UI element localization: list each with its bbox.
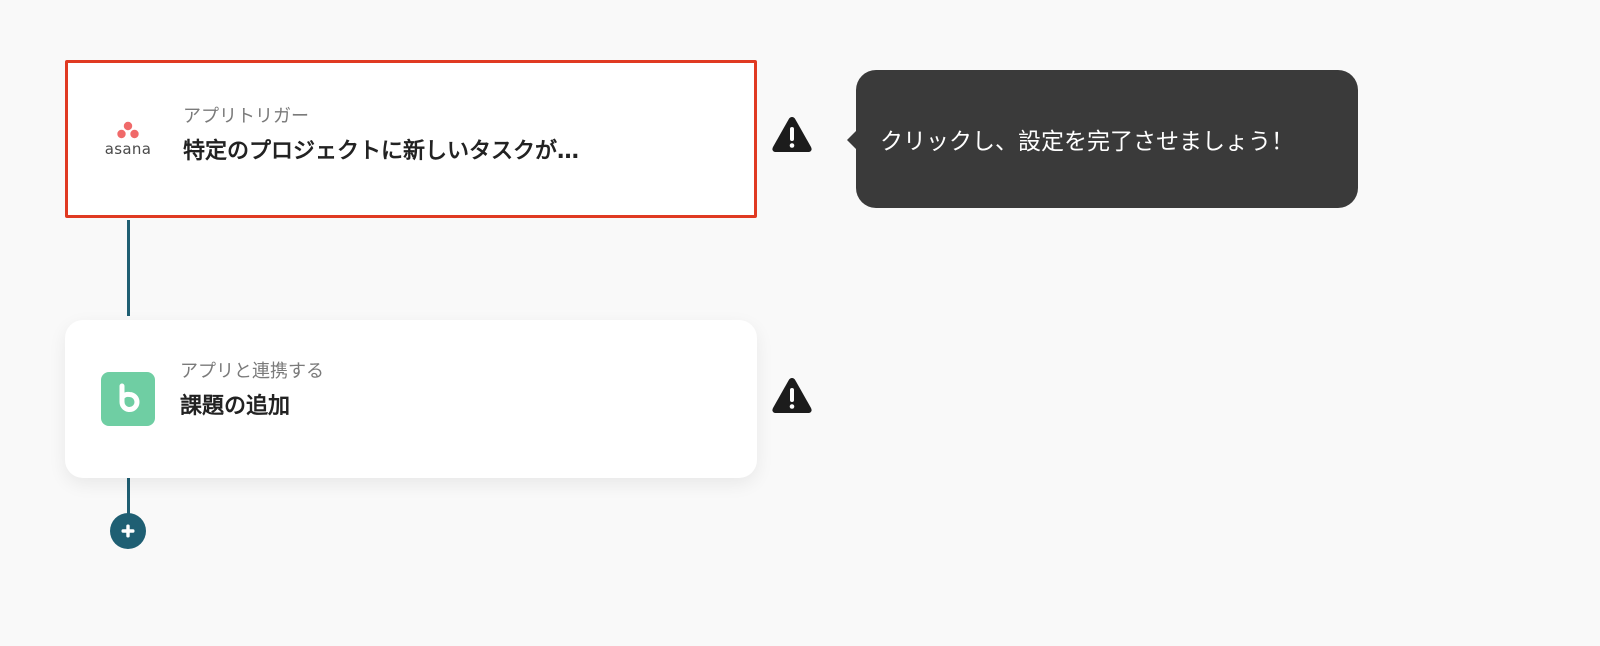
- setup-tooltip: クリックし、設定を完了させましょう！: [847, 70, 1358, 208]
- asana-logo: asana: [101, 112, 155, 166]
- tooltip-arrow: [847, 130, 857, 150]
- asana-wordmark: asana: [104, 140, 152, 158]
- warning-icon[interactable]: [770, 375, 814, 415]
- action-step-card[interactable]: アプリと連携する 課題の追加: [65, 320, 757, 478]
- step-text: アプリトリガー 特定のプロジェクトに新しいタスクが…: [183, 105, 579, 167]
- step-title: 課題の追加: [180, 394, 291, 419]
- backlog-b-icon: [119, 383, 140, 412]
- tooltip-text: クリックし、設定を完了させましょう！: [880, 129, 1294, 155]
- trigger-step-card[interactable]: asana アプリトリガー 特定のプロジェクトに新しいタスクが…: [65, 60, 757, 218]
- flow-canvas: asana アプリトリガー 特定のプロジェクトに新しいタスクが… クリックし、設…: [0, 0, 1600, 646]
- plus-icon: [121, 524, 135, 538]
- backlog-logo: [101, 372, 155, 426]
- asana-dots-icon: [117, 121, 139, 139]
- step-label: アプリと連携する: [180, 361, 324, 382]
- flow-connector: [127, 478, 130, 516]
- step-text: アプリと連携する 課題の追加: [180, 360, 324, 422]
- add-step-button[interactable]: [110, 513, 146, 549]
- step-title: 特定のプロジェクトに新しいタスクが…: [183, 139, 580, 164]
- flow-connector: [127, 220, 130, 316]
- step-label: アプリトリガー: [183, 106, 309, 127]
- warning-icon[interactable]: [770, 114, 814, 154]
